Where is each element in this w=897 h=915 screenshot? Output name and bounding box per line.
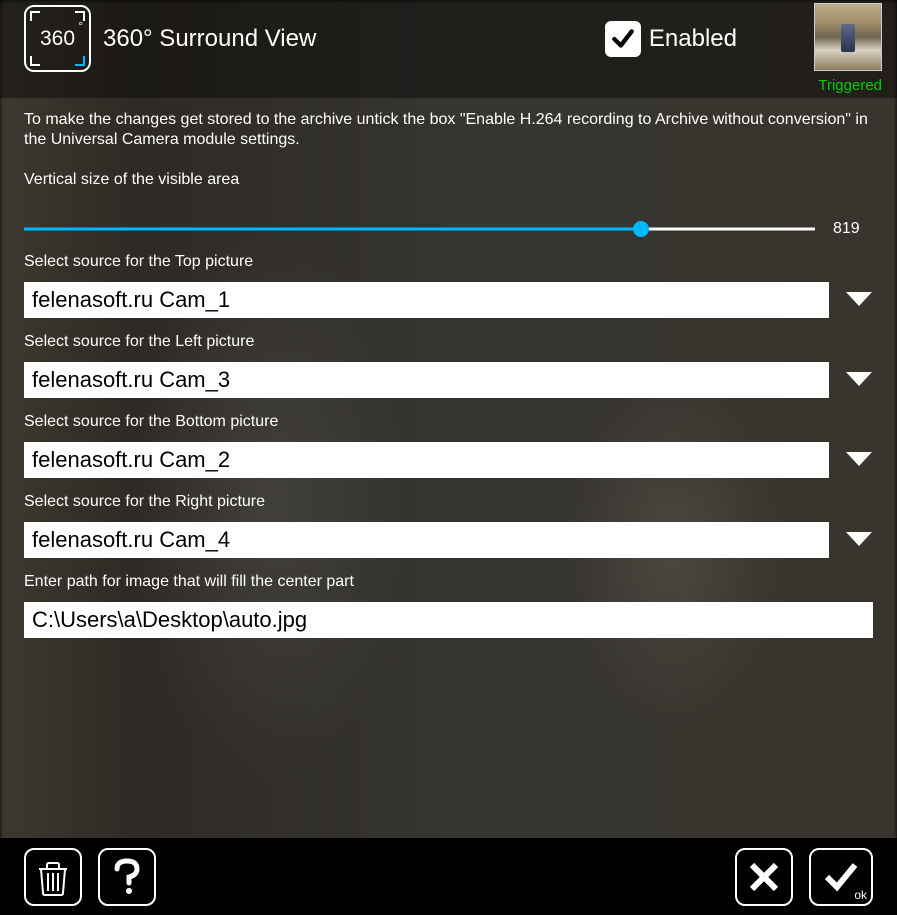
enabled-toggle[interactable]: Enabled [605, 21, 737, 57]
source-right-dropdown[interactable]: felenasoft.ru Cam_4 [24, 522, 873, 558]
camera-preview-thumbnail[interactable] [814, 3, 882, 71]
enabled-label: Enabled [649, 25, 737, 53]
source-top-value[interactable]: felenasoft.ru Cam_1 [24, 282, 829, 318]
cancel-button[interactable] [735, 848, 793, 906]
source-left-label: Select source for the Left picture [24, 332, 873, 352]
help-button[interactable] [98, 848, 156, 906]
status-badge: Triggered [818, 77, 882, 94]
source-right-label: Select source for the Right picture [24, 492, 873, 512]
enabled-checkbox[interactable] [605, 21, 641, 57]
check-icon [610, 26, 636, 52]
question-icon [107, 857, 147, 897]
module-360-icon: 360° [24, 5, 91, 72]
settings-panel: To make the changes get stored to the ar… [0, 98, 897, 838]
source-top-label: Select source for the Top picture [24, 252, 873, 272]
module-icon-text: 360 [40, 27, 75, 50]
degree-symbol: ° [78, 19, 83, 33]
close-icon [744, 857, 784, 897]
trash-icon [33, 857, 73, 897]
source-left-dropdown[interactable]: felenasoft.ru Cam_3 [24, 362, 873, 398]
source-left-value[interactable]: felenasoft.ru Cam_3 [24, 362, 829, 398]
source-bottom-dropdown[interactable]: felenasoft.ru Cam_2 [24, 442, 873, 478]
vertical-size-slider[interactable] [24, 220, 815, 238]
footer-bar: ok [0, 838, 897, 915]
source-right-value[interactable]: felenasoft.ru Cam_4 [24, 522, 829, 558]
chevron-down-icon[interactable] [845, 371, 873, 389]
source-bottom-value[interactable]: felenasoft.ru Cam_2 [24, 442, 829, 478]
delete-button[interactable] [24, 848, 82, 906]
chevron-down-icon[interactable] [845, 291, 873, 309]
ok-button[interactable]: ok [809, 848, 873, 906]
vertical-size-label: Vertical size of the visible area [24, 170, 873, 190]
slider-thumb[interactable] [633, 221, 649, 237]
help-text: To make the changes get stored to the ar… [24, 110, 873, 150]
vertical-size-value: 819 [833, 220, 873, 238]
header-bar: 360° 360° Surround View Enabled Triggere… [0, 0, 897, 98]
center-image-label: Enter path for image that will fill the … [24, 572, 873, 592]
source-top-dropdown[interactable]: felenasoft.ru Cam_1 [24, 282, 873, 318]
ok-label: ok [854, 888, 867, 902]
source-bottom-label: Select source for the Bottom picture [24, 412, 873, 432]
chevron-down-icon[interactable] [845, 531, 873, 549]
chevron-down-icon[interactable] [845, 451, 873, 469]
center-image-path-input[interactable] [24, 602, 873, 638]
page-title: 360° Surround View [103, 25, 316, 53]
